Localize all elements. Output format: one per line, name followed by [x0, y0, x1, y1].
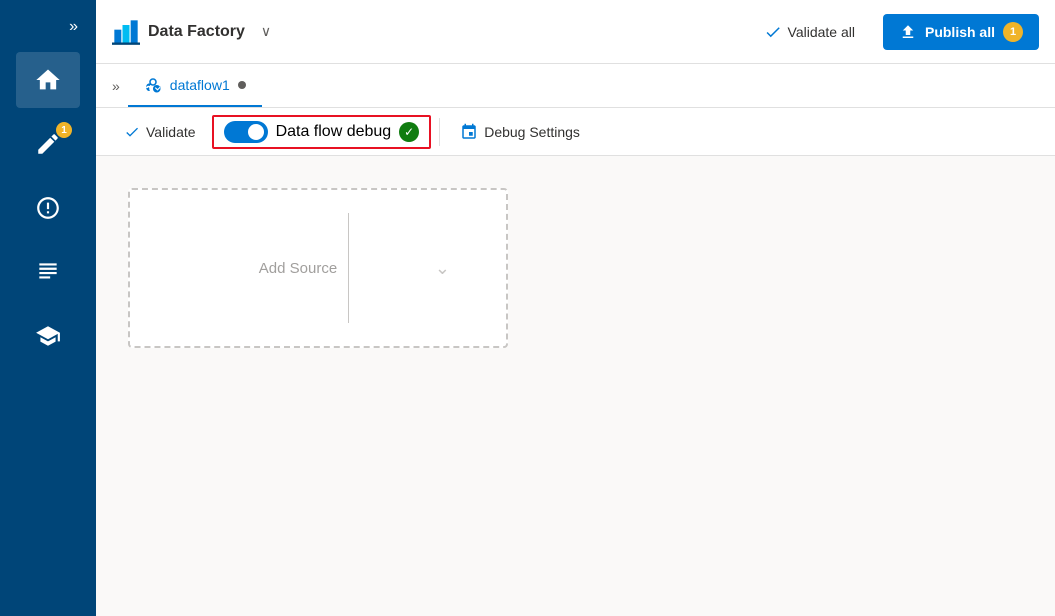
brand-name: Data Factory — [148, 23, 245, 41]
debug-check-icon: ✓ — [399, 122, 419, 142]
tab-dataflow1-label: dataflow1 — [170, 77, 230, 93]
learn-icon — [35, 323, 61, 349]
sidebar-item-home[interactable] — [16, 52, 80, 108]
debug-toggle[interactable] — [224, 121, 268, 143]
toolbar-divider — [439, 118, 440, 146]
tab-unsaved-indicator — [238, 81, 246, 89]
toolbar: Validate Data flow debug ✓ Debug — [96, 108, 1055, 156]
tab-dataflow1[interactable]: dataflow1 — [128, 64, 262, 107]
sidebar-item-monitor[interactable] — [16, 180, 80, 236]
monitor-icon — [35, 195, 61, 221]
add-source-box[interactable]: Add Source ⌄ — [128, 188, 508, 348]
publish-icon — [899, 23, 917, 41]
debug-settings-label: Debug Settings — [484, 124, 580, 140]
main-area: Data Factory ∨ Validate all Publish all … — [96, 0, 1055, 616]
brand: Data Factory — [112, 18, 245, 46]
home-icon — [34, 66, 62, 94]
dataflow-tab-icon — [144, 76, 162, 94]
validate-all-icon — [764, 23, 782, 41]
topbar: Data Factory ∨ Validate all Publish all … — [96, 0, 1055, 64]
content-area: » dataflow1 Validate — [96, 64, 1055, 616]
tabbar: » dataflow1 — [96, 64, 1055, 108]
publish-badge: 1 — [1003, 22, 1023, 42]
sidebar: » 1 — [0, 0, 96, 616]
sidebar-item-manage[interactable] — [16, 244, 80, 300]
add-source-divider — [348, 213, 349, 322]
add-source-label: Add Source — [259, 260, 377, 277]
debug-settings-icon — [460, 123, 478, 141]
toggle-track — [224, 121, 268, 143]
validate-label: Validate — [146, 124, 196, 140]
debug-label: Data flow debug — [276, 123, 392, 141]
debug-toggle-section: Data flow debug ✓ — [212, 115, 432, 149]
brand-chevron[interactable]: ∨ — [261, 23, 271, 40]
debug-settings-button[interactable]: Debug Settings — [448, 117, 592, 147]
sidebar-item-learn[interactable] — [16, 308, 80, 364]
sidebar-item-author[interactable]: 1 — [16, 116, 80, 172]
add-source-chevron-icon[interactable]: ⌄ — [435, 258, 450, 279]
data-factory-icon — [112, 18, 140, 46]
manage-icon — [35, 259, 61, 285]
validate-all-label: Validate all — [788, 24, 855, 40]
publish-all-label: Publish all — [925, 24, 995, 40]
sidebar-expand-button[interactable]: » — [61, 10, 86, 44]
author-badge: 1 — [56, 122, 72, 138]
toggle-thumb — [248, 124, 264, 140]
validate-all-button[interactable]: Validate all — [752, 17, 867, 47]
tabbar-expand[interactable]: » — [104, 78, 128, 94]
canvas-area: Add Source ⌄ — [96, 156, 1055, 616]
publish-all-button[interactable]: Publish all 1 — [883, 14, 1039, 50]
validate-button[interactable]: Validate — [112, 118, 208, 146]
check-icon — [124, 124, 140, 140]
